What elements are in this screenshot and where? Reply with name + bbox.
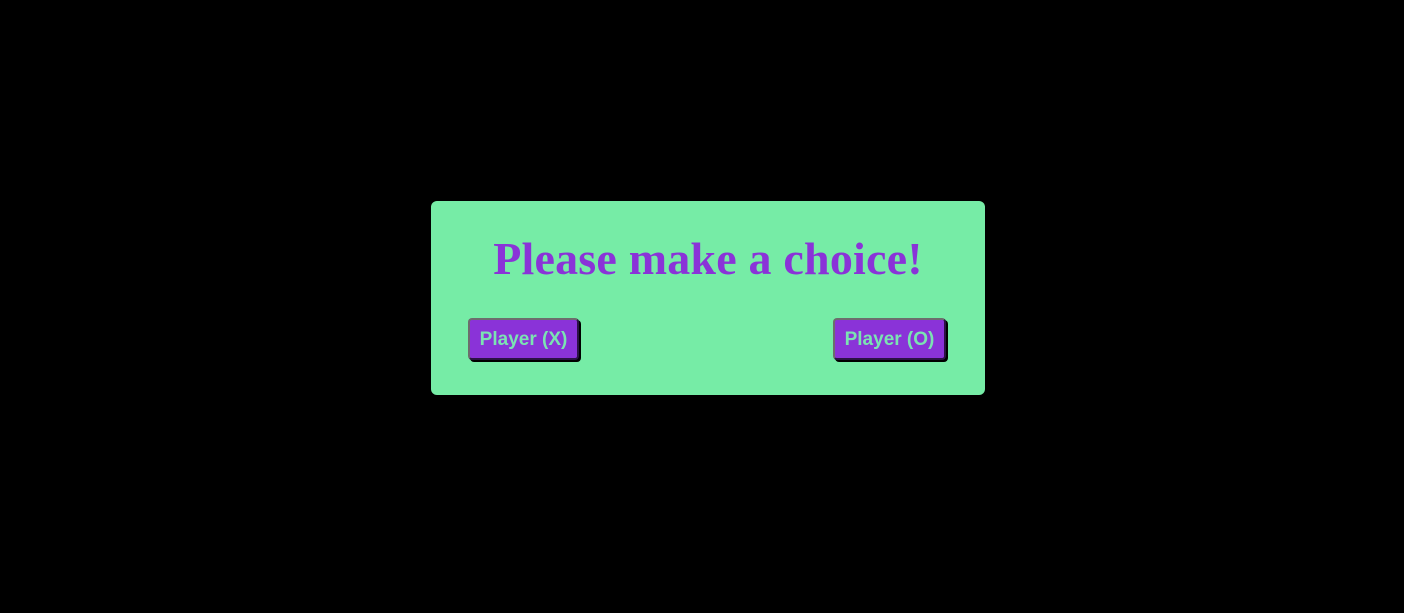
modal-title: Please make a choice! (493, 233, 923, 284)
player-x-button[interactable]: Player (X) (468, 318, 579, 360)
player-o-button[interactable]: Player (O) (833, 318, 946, 360)
choice-modal: Please make a choice! Player (X) Player … (431, 201, 985, 395)
